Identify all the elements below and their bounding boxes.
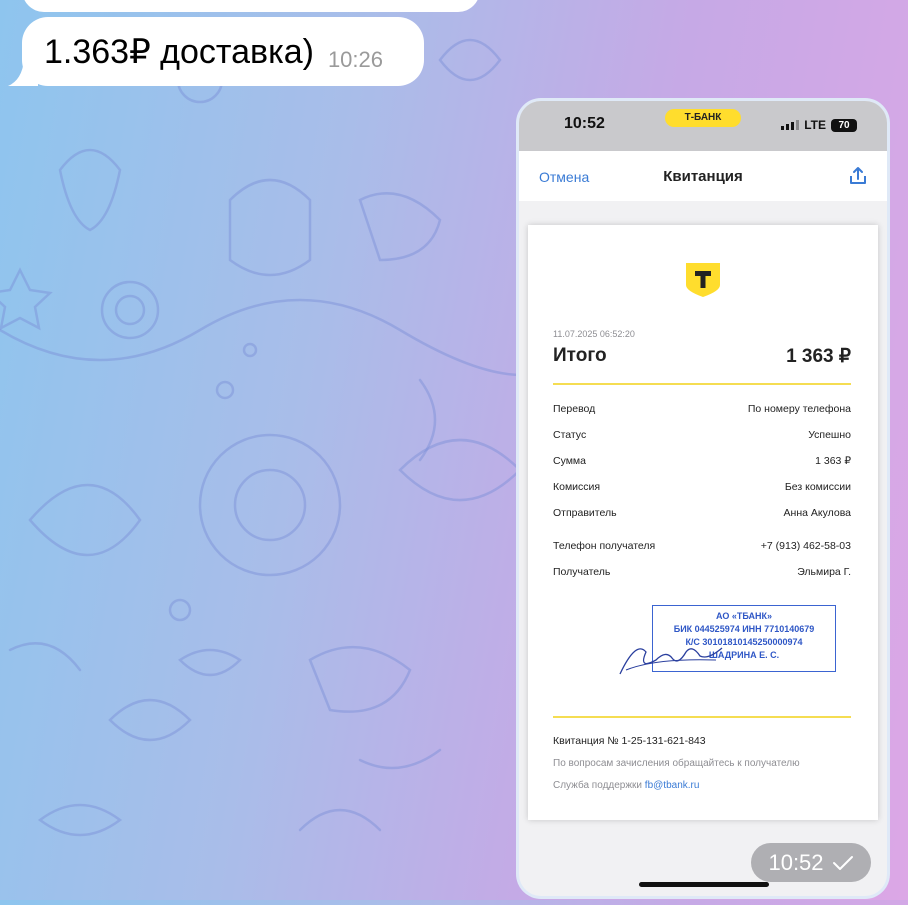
receipt-sheet: 11.07.2025 06:52:20 Итого 1 363 ₽ Перево… bbox=[528, 225, 878, 820]
status-indicators: LTE 70 bbox=[781, 118, 857, 132]
row-label: Сумма bbox=[553, 455, 586, 467]
status-time: 10:52 bbox=[564, 115, 605, 132]
row-value: Анна Акулова bbox=[783, 507, 851, 519]
receipt-nav-bar: Отмена Квитанция bbox=[519, 151, 887, 201]
signal-icon bbox=[781, 120, 800, 130]
network-type: LTE bbox=[804, 118, 826, 132]
share-icon[interactable] bbox=[847, 165, 869, 187]
battery-icon: 70 bbox=[831, 118, 857, 132]
support-email-link[interactable]: fb@tbank.ru bbox=[645, 780, 700, 791]
support-label: Служба поддержки bbox=[553, 780, 645, 791]
previous-message-bubble bbox=[22, 0, 480, 12]
row-label: Отправитель bbox=[553, 507, 617, 519]
message-bubble[interactable]: 1.363₽ доставка) 10:26 bbox=[8, 17, 424, 86]
row-label: Получатель bbox=[553, 566, 611, 578]
recipient-note: По вопросам зачисления обращайтесь к пол… bbox=[553, 758, 800, 769]
stamp-line: АО «ТБАНК» bbox=[715, 611, 772, 621]
total-value: 1 363 ₽ bbox=[786, 346, 851, 367]
divider bbox=[553, 383, 851, 385]
carrier-pill: Т-БАНК bbox=[665, 109, 741, 127]
receipt-row: Получатель Эльмира Г. bbox=[553, 566, 851, 578]
receipt-row: Отправитель Анна Акулова bbox=[553, 507, 851, 519]
row-value: Успешно bbox=[808, 429, 851, 441]
tbank-logo bbox=[686, 263, 720, 297]
row-value: По номеру телефона bbox=[747, 403, 851, 415]
row-value: +7 (913) 462-58-03 bbox=[760, 540, 851, 552]
receipt-number: Квитанция № 1-25-131-621-843 bbox=[553, 735, 706, 747]
message-text: 1.363₽ доставка) bbox=[44, 32, 314, 71]
row-label: Телефон получателя bbox=[553, 540, 656, 552]
message-time: 10:26 bbox=[327, 46, 383, 72]
signature bbox=[619, 647, 723, 675]
home-indicator bbox=[639, 882, 769, 887]
receipt-row: Комиссия Без комиссии bbox=[553, 481, 851, 493]
row-value: 1 363 ₽ bbox=[815, 455, 851, 467]
support-line: Служба поддержки fb@tbank.ru bbox=[553, 780, 699, 791]
row-label: Статус bbox=[553, 429, 587, 441]
receipt-row: Телефон получателя +7 (913) 462-58-03 bbox=[553, 540, 851, 552]
row-value: Эльмира Г. bbox=[797, 566, 851, 578]
read-check-icon bbox=[832, 855, 853, 870]
photo-time: 10:52 bbox=[768, 849, 824, 875]
receipt-row: Перевод По номеру телефона bbox=[553, 403, 851, 415]
receipt-row: Сумма 1 363 ₽ bbox=[553, 455, 851, 467]
row-label: Перевод bbox=[553, 403, 596, 415]
row-label: Комиссия bbox=[553, 481, 601, 493]
receipt-row: Статус Успешно bbox=[553, 429, 851, 441]
nav-title: Квитанция bbox=[663, 168, 743, 185]
total-label: Итого bbox=[553, 345, 607, 366]
photo-message[interactable]: 10:52 Т-БАНК LTE 70 Отмена Квитанция 11.… bbox=[519, 101, 887, 896]
divider bbox=[553, 716, 851, 718]
phone-status-bar: 10:52 Т-БАНК LTE 70 bbox=[519, 101, 887, 151]
receipt-datetime: 11.07.2025 06:52:20 bbox=[553, 329, 635, 339]
row-value: Без комиссии bbox=[784, 481, 851, 493]
bubble-tail bbox=[8, 60, 38, 86]
photo-time-badge: 10:52 bbox=[751, 843, 871, 882]
